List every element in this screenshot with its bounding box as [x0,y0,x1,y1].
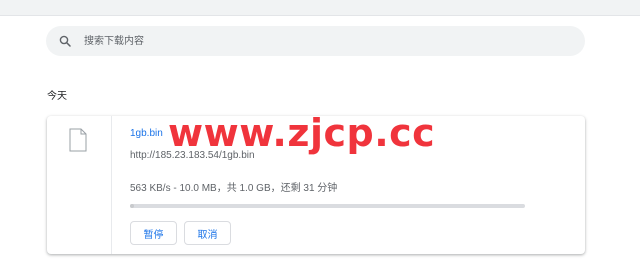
card-divider [111,116,112,254]
watermark-text: www.zjcp.cc [168,111,436,155]
top-bar [0,0,640,16]
search-icon [58,34,72,48]
search-input[interactable] [82,30,566,52]
progress-status: 563 KB/s - 10.0 MB，共 1.0 GB，还剩 31 分钟 [130,183,338,194]
progress-bar-fill [130,204,134,208]
progress-bar [130,204,525,208]
date-section-label: 今天 [47,91,67,102]
pause-button[interactable]: 暂停 [130,221,177,245]
file-name-link[interactable]: 1gb.bin [130,128,163,139]
file-icon [69,128,87,152]
search-bar[interactable] [46,26,585,56]
cancel-button[interactable]: 取消 [184,221,231,245]
